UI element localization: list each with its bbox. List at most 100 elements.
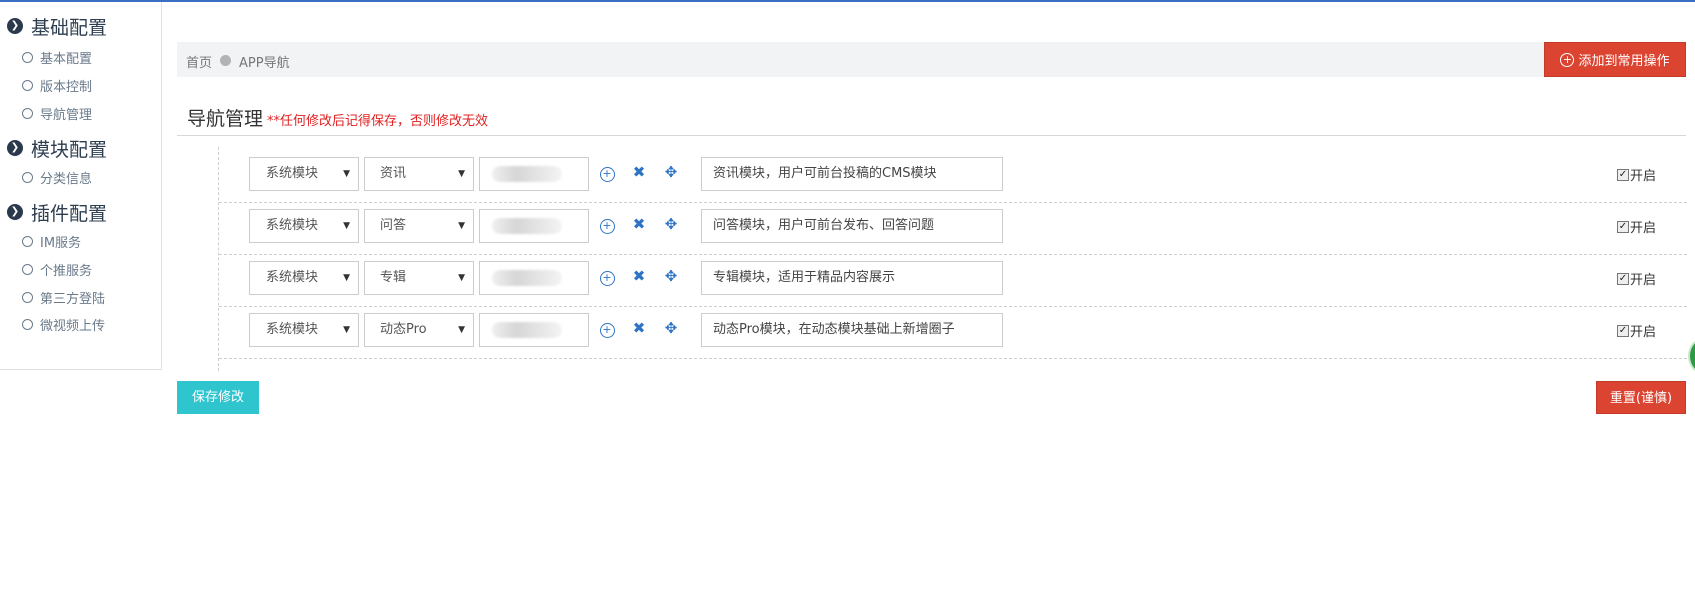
sidebar-item-label: IM服务 xyxy=(40,235,82,251)
breadcrumb: 首页 APP导航 + 添加到常用操作 xyxy=(177,42,1686,77)
description-input[interactable]: 问答模块，用户可前台发布、回答问题 xyxy=(701,209,1003,243)
sidebar-item-basic-config[interactable]: 基本配置 xyxy=(22,47,92,67)
enable-checkbox[interactable]: ✓ 开启 xyxy=(1617,269,1656,288)
module-type-select[interactable]: 系统模块 ▼ xyxy=(249,209,359,243)
description-input[interactable]: 专辑模块，适用于精品内容展示 xyxy=(701,261,1003,295)
enable-label: 开启 xyxy=(1630,273,1657,288)
close-icon: ✖ xyxy=(632,163,646,181)
nav-name-input[interactable] xyxy=(479,261,589,295)
add-to-common-button[interactable]: + 添加到常用操作 xyxy=(1544,42,1686,77)
redacted-text xyxy=(492,322,562,338)
sidebar-group-header[interactable]: ❯ 模块配置 xyxy=(7,136,108,161)
module-value: 专辑 xyxy=(380,270,407,285)
module-select[interactable]: 问答 ▼ xyxy=(364,209,474,243)
enable-checkbox[interactable]: ✓ 开启 xyxy=(1617,321,1656,340)
nav-name-input[interactable] xyxy=(479,313,589,347)
module-type-select[interactable]: 系统模块 ▼ xyxy=(249,313,359,347)
add-row-button[interactable]: + xyxy=(598,163,616,182)
caret-down-icon: ▼ xyxy=(458,221,465,231)
circle-icon xyxy=(22,79,33,91)
breadcrumb-home-link[interactable]: 首页 xyxy=(186,52,212,71)
add-row-button[interactable]: + xyxy=(598,215,616,234)
close-icon: ✖ xyxy=(632,215,646,233)
module-select[interactable]: 资讯 ▼ xyxy=(364,157,474,191)
sidebar-group-header[interactable]: ❯ 插件配置 xyxy=(7,200,108,225)
checkbox-checked-icon: ✓ xyxy=(1617,272,1629,285)
module-type-select[interactable]: 系统模块 ▼ xyxy=(249,261,359,295)
add-row-button[interactable]: + xyxy=(598,319,616,338)
floating-help-widget[interactable] xyxy=(1688,338,1695,374)
nav-name-input[interactable] xyxy=(479,209,589,243)
sidebar-item-version-control[interactable]: 版本控制 xyxy=(22,75,92,95)
sidebar-item-im-service[interactable]: IM服务 xyxy=(22,231,81,251)
drag-handle[interactable]: ✥ xyxy=(662,215,680,233)
delete-row-button[interactable]: ✖ xyxy=(630,267,648,285)
plus-circle-icon: + xyxy=(1560,52,1575,67)
circle-icon xyxy=(22,51,33,63)
enable-checkbox[interactable]: ✓ 开启 xyxy=(1617,165,1656,184)
close-icon: ✖ xyxy=(632,267,646,285)
sidebar-group-title: 模块配置 xyxy=(31,138,108,161)
sidebar-item-push-service[interactable]: 个推服务 xyxy=(22,259,92,279)
enable-checkbox[interactable]: ✓ 开启 xyxy=(1617,217,1656,236)
module-type-value: 系统模块 xyxy=(266,218,319,233)
drag-handle[interactable]: ✥ xyxy=(662,319,680,337)
module-type-value: 系统模块 xyxy=(266,270,319,285)
delete-row-button[interactable]: ✖ xyxy=(630,163,648,181)
reset-button[interactable]: 重置(谨慎) xyxy=(1596,381,1686,414)
sidebar-group-header[interactable]: ❯ 基础配置 xyxy=(7,14,108,39)
sidebar-group-title: 基础配置 xyxy=(31,16,108,39)
sidebar-item-label: 版本控制 xyxy=(40,79,93,95)
module-type-value: 系统模块 xyxy=(266,166,319,181)
move-icon: ✥ xyxy=(664,267,678,285)
sidebar-group-title: 插件配置 xyxy=(31,202,108,225)
module-select[interactable]: 专辑 ▼ xyxy=(364,261,474,295)
sidebar-item-label: 分类信息 xyxy=(40,171,93,187)
description-input[interactable]: 资讯模块，用户可前台投稿的CMS模块 xyxy=(701,157,1003,191)
sidebar-item-label: 第三方登陆 xyxy=(40,291,106,307)
delete-row-button[interactable]: ✖ xyxy=(630,319,648,337)
nav-name-input[interactable] xyxy=(479,157,589,191)
module-select[interactable]: 动态Pro ▼ xyxy=(364,313,474,347)
breadcrumb-current: APP导航 xyxy=(239,56,290,71)
nav-row: 系统模块 ▼ 问答 ▼ + ✖ ✥ 问答模块，用户可前台发布、回答问题 ✓ 开启 xyxy=(219,199,1687,255)
drag-handle[interactable]: ✥ xyxy=(662,163,680,181)
caret-down-icon: ▼ xyxy=(343,273,350,283)
sidebar-item-label: 导航管理 xyxy=(40,107,93,123)
caret-down-icon: ▼ xyxy=(343,325,350,335)
sidebar: ❯ 基础配置 基本配置 版本控制 导航管理 ❯ 模块配置 分类信息 ❯ 插件配置 xyxy=(0,2,162,370)
module-type-select[interactable]: 系统模块 ▼ xyxy=(249,157,359,191)
save-warning-text: **任何修改后记得保存，否则修改无效 xyxy=(267,114,489,129)
page-title: 导航管理 xyxy=(187,108,264,130)
nav-list: 系统模块 ▼ 资讯 ▼ + ✖ ✥ 资讯模块，用户可前台投稿的CMS模块 ✓ 开启 系… xyxy=(218,147,1687,371)
module-value: 动态Pro xyxy=(380,322,427,337)
add-row-button[interactable]: + xyxy=(598,267,616,286)
circle-icon xyxy=(22,235,33,247)
redacted-text xyxy=(492,270,562,286)
sidebar-item-third-party-login[interactable]: 第三方登陆 xyxy=(22,287,105,307)
add-to-common-label: 添加到常用操作 xyxy=(1578,54,1670,69)
redacted-text xyxy=(492,166,562,182)
circle-icon xyxy=(22,263,33,275)
plus-circle-icon: + xyxy=(599,271,615,286)
sidebar-item-video-upload[interactable]: 微视频上传 xyxy=(22,314,105,334)
chevron-down-circle-icon: ❯ xyxy=(7,18,23,34)
sidebar-item-label: 微视频上传 xyxy=(40,318,106,334)
redacted-text xyxy=(492,218,562,234)
plus-circle-icon: + xyxy=(599,219,615,234)
sidebar-item-category-info[interactable]: 分类信息 xyxy=(22,167,92,187)
drag-handle[interactable]: ✥ xyxy=(662,267,680,285)
sidebar-item-nav-management[interactable]: 导航管理 xyxy=(22,103,92,123)
circle-icon xyxy=(22,171,33,183)
plus-circle-icon: + xyxy=(599,167,615,182)
module-value: 资讯 xyxy=(380,166,407,181)
description-input[interactable]: 动态Pro模块，在动态模块基础上新增圈子 xyxy=(701,313,1003,347)
save-button[interactable]: 保存修改 xyxy=(177,381,259,414)
enable-label: 开启 xyxy=(1630,169,1657,184)
close-icon: ✖ xyxy=(632,319,646,337)
checkbox-checked-icon: ✓ xyxy=(1617,220,1629,233)
enable-label: 开启 xyxy=(1630,325,1657,340)
move-icon: ✥ xyxy=(664,215,678,233)
caret-down-icon: ▼ xyxy=(458,325,465,335)
delete-row-button[interactable]: ✖ xyxy=(630,215,648,233)
